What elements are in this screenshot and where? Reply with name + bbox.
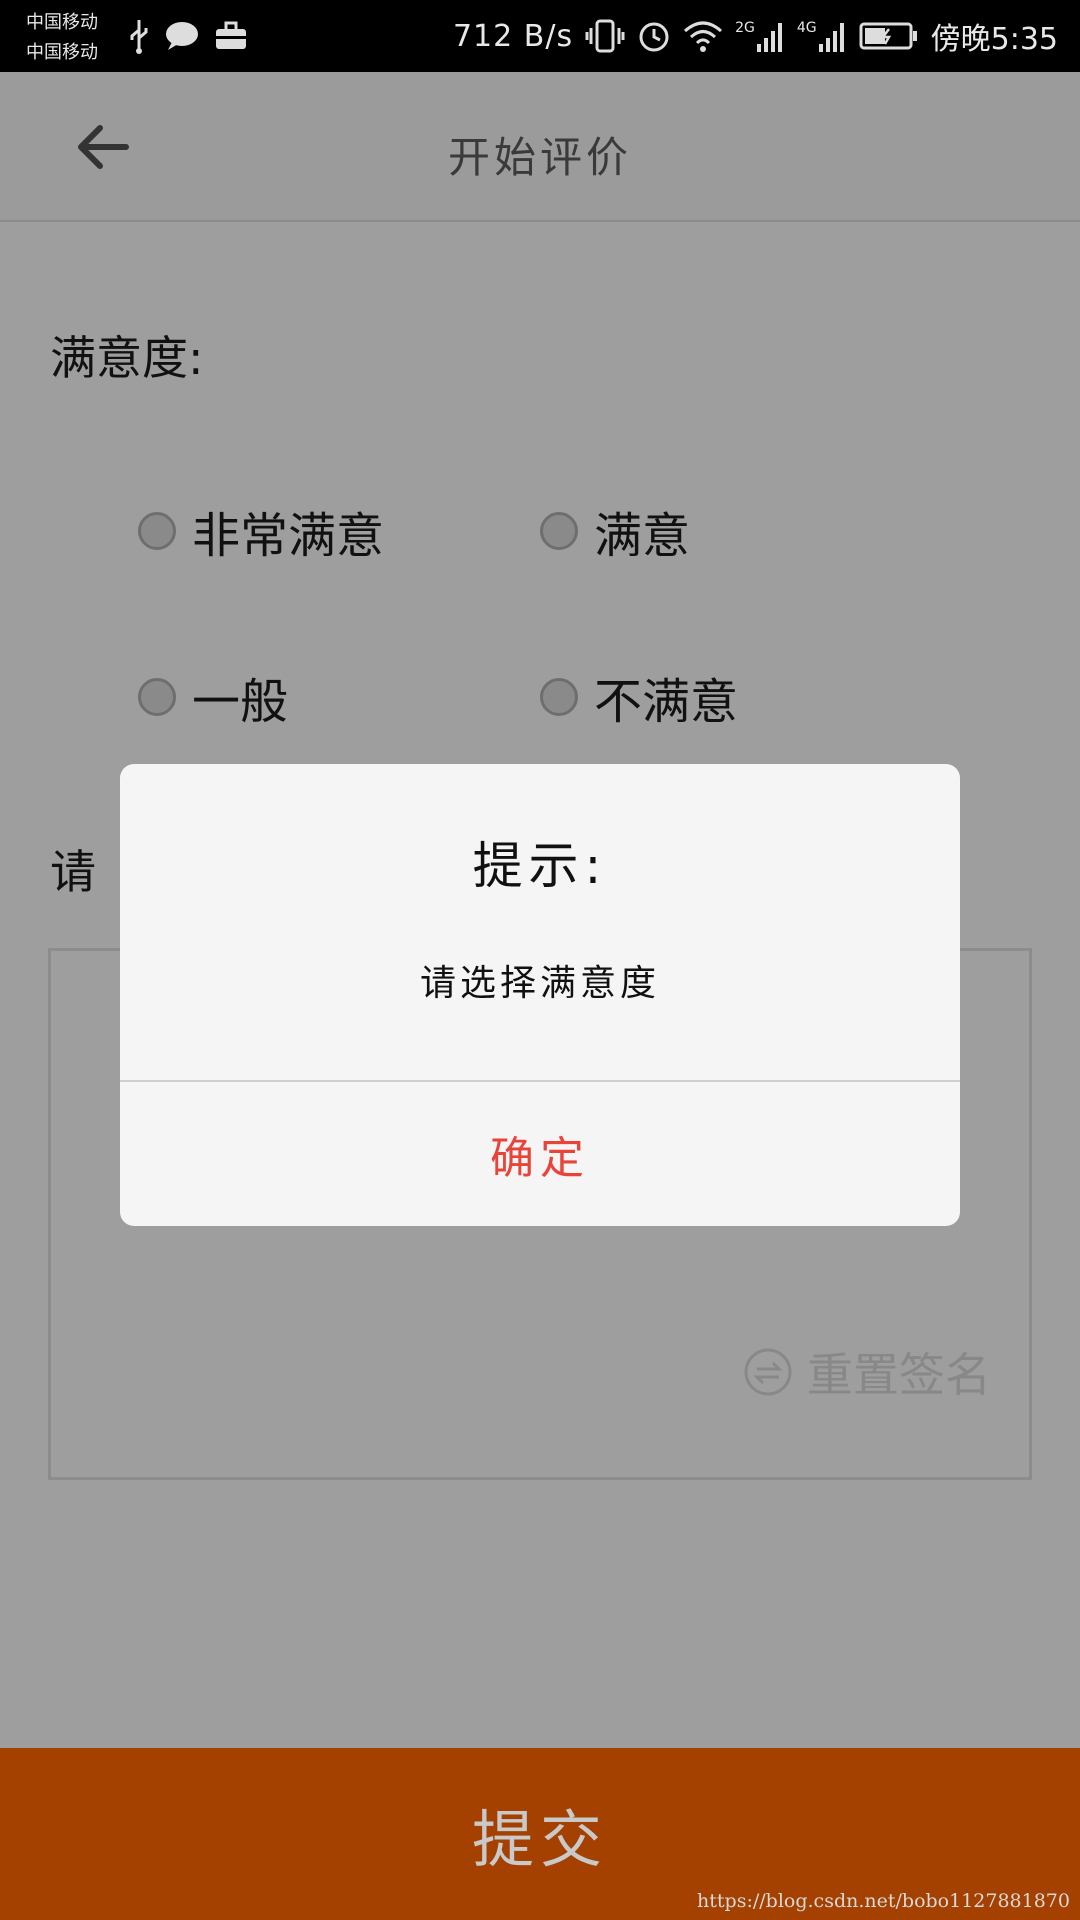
radio-label: 满意: [594, 508, 691, 564]
radio-label: 非常满意: [192, 508, 385, 564]
alert-dialog: 提示: 请选择满意度 确定: [120, 764, 960, 1226]
vibrate-icon: [585, 19, 625, 53]
clock: 傍晚5:35: [930, 22, 1058, 57]
radio-dissatisfied[interactable]: 不满意: [540, 662, 738, 732]
submit-label: 提交: [471, 1803, 608, 1876]
carrier-2: 中国移动: [26, 42, 98, 63]
usb-icon: [130, 20, 148, 54]
net-speed: 712 B/s: [452, 18, 574, 54]
briefcase-icon: [216, 21, 246, 49]
notification-icons: [128, 18, 248, 54]
dialog-message: 请选择满意度: [419, 963, 660, 1004]
signal-2g-label: 2G: [735, 20, 755, 36]
signal-2g-icon: 2G: [735, 20, 785, 52]
reset-signature-button[interactable]: 重置签名: [743, 1339, 991, 1405]
status-bar: 中国移动 中国移动 712 B/s 2G 4G 傍晚5:35: [0, 0, 1080, 72]
satisfaction-label: 满意度:: [50, 331, 204, 385]
radio-very-satisfied[interactable]: 非常满意: [138, 496, 384, 566]
radio-satisfied[interactable]: 满意: [540, 496, 690, 566]
watermark: https://blog.csdn.net/bobo1127881870: [697, 1890, 1070, 1912]
confirm-button[interactable]: 确定: [120, 1082, 960, 1226]
app-bar: 开始评价: [0, 72, 1080, 222]
submit-button[interactable]: 提交 https://blog.csdn.net/bobo1127881870: [0, 1748, 1080, 1920]
signature-label: 请: [50, 845, 96, 899]
radio-button[interactable]: [138, 512, 176, 550]
radio-average[interactable]: 一般: [138, 662, 288, 732]
chat-icon: [166, 22, 198, 50]
radio-button[interactable]: [540, 678, 578, 716]
page-title: 开始评价: [447, 133, 632, 182]
status-right: 712 B/s 2G 4G 傍晚5:35: [453, 14, 1058, 58]
reset-icon: [744, 1348, 792, 1396]
carrier-info: 中国移动 中国移动: [26, 8, 98, 68]
radio-label: 一般: [192, 674, 289, 730]
signal-4g-label: 4G: [796, 20, 817, 36]
dialog-title: 提示:: [472, 837, 608, 895]
radio-button[interactable]: [138, 678, 176, 716]
radio-label: 不满意: [594, 674, 739, 730]
carrier-1: 中国移动: [26, 12, 98, 33]
alarm-icon: [639, 22, 669, 52]
signal-4g-icon: 4G: [797, 20, 847, 52]
radio-button[interactable]: [540, 512, 578, 550]
wifi-icon: [684, 21, 723, 52]
battery-charging-icon: [859, 22, 917, 50]
reset-signature-label: 重置签名: [807, 1348, 991, 1402]
